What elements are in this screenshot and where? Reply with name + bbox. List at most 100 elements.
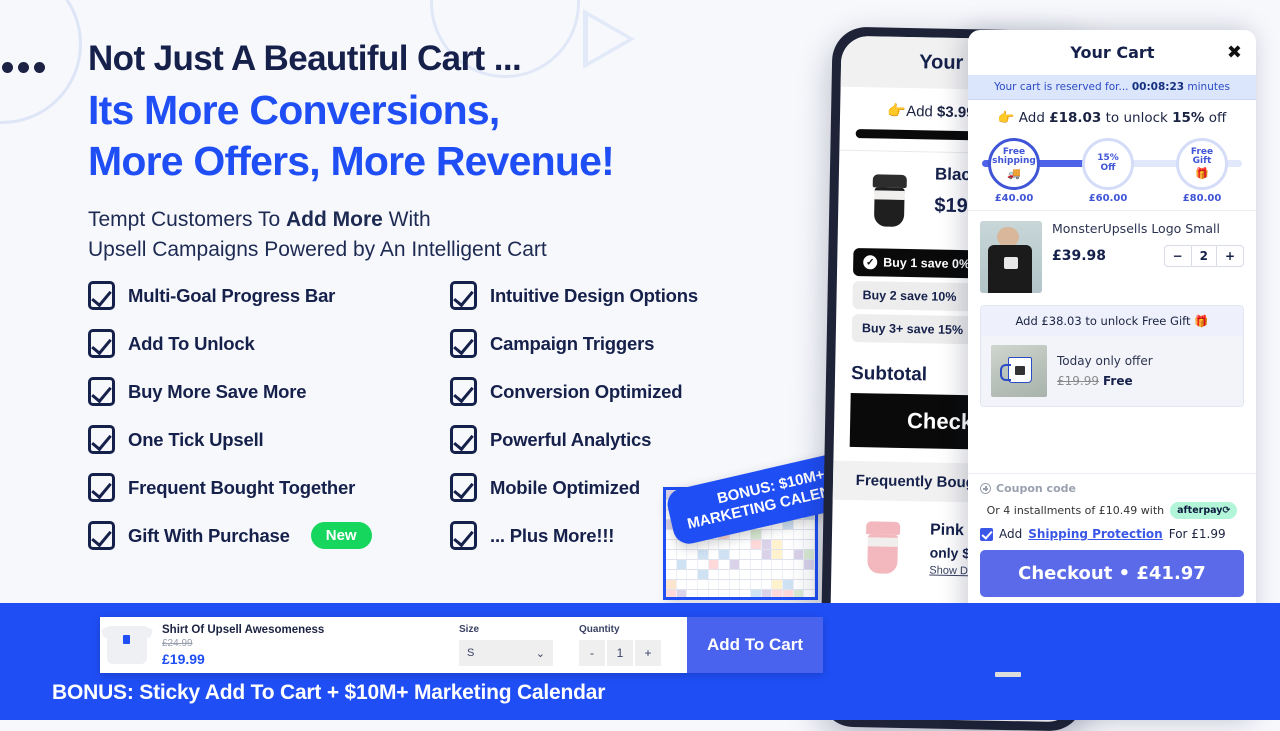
ship-prefix: Add — [999, 527, 1022, 541]
multi-goal-progress-bar: Free shipping 🚚 £40.00 15% Off £60.00 Free Gift 🎁… — [974, 132, 1250, 206]
feature-item: Buy More Save More — [88, 375, 450, 409]
feature-item: Gift With Purchase New — [88, 519, 450, 553]
goal-icon: 🎁 — [1195, 168, 1209, 180]
feature-item: Frequent Bought Together — [88, 471, 450, 505]
reserve-timer: 00:08:23 — [1132, 81, 1184, 93]
checkbox-tick-icon — [88, 377, 115, 406]
sticky-add-to-cart-button[interactable]: Add To Cart — [687, 617, 823, 673]
free-gift-offer: Add £38.03 to unlock Free Gift 🎁 Today o… — [980, 305, 1244, 407]
gift-old-price: £19.99 — [1057, 374, 1099, 388]
goal-ring: Free Gift 🎁 — [1176, 138, 1228, 190]
decorative-circle-left — [0, 0, 82, 124]
ship-suffix: For £1.99 — [1169, 527, 1226, 541]
size-field: Size S ⌄ — [459, 624, 553, 666]
checkbox-tick-icon — [450, 473, 477, 502]
size-label: Size — [459, 624, 553, 635]
drawer-goal-text: 👉 Add £18.03 to unlock 15% off — [968, 100, 1256, 130]
checkbox-tick-icon — [88, 521, 115, 550]
feature-label: Mobile Optimized — [490, 477, 640, 499]
phone-product-thumbnail — [852, 163, 927, 238]
qty-value: 2 — [1192, 246, 1217, 266]
reserve-suffix: minutes — [1184, 81, 1230, 93]
feature-label: Conversion Optimized — [490, 381, 682, 403]
hero-subtitle: Tempt Customers To Add More With Upsell … — [88, 205, 808, 265]
size-select[interactable]: S ⌄ — [459, 640, 553, 666]
checkbox-tick-icon — [88, 329, 115, 358]
goal-amount-label: £80.00 — [1176, 193, 1228, 204]
black-cup-icon — [871, 174, 908, 227]
subtitle-emphasis: Add More — [286, 208, 383, 231]
goal-line2: shipping — [992, 157, 1036, 167]
feature-label: Buy More Save More — [128, 381, 306, 403]
progress-goal-node: Free Gift 🎁 £80.00 — [1176, 138, 1228, 204]
sticky-old-price: £24.99 — [162, 638, 459, 649]
progress-goal-node: Free shipping 🚚 £40.00 — [988, 138, 1040, 204]
gift-item-name: Today only offer — [1057, 354, 1153, 368]
goal-line2: Off — [1101, 164, 1116, 174]
coupon-code-toggle[interactable]: Coupon code — [980, 482, 1244, 495]
pointing-hand-icon: 👉 — [887, 103, 906, 120]
hero-section: Not Just A Beautiful Cart ... Its More C… — [88, 38, 808, 553]
drawer-footer: Coupon code Or 4 installments of £10.49 … — [968, 473, 1256, 597]
cup-icon — [864, 521, 901, 574]
pointing-hand-icon: 👉 — [998, 110, 1015, 126]
goal-ring: Free shipping 🚚 — [988, 138, 1040, 190]
cart-item-thumbnail — [980, 221, 1042, 293]
feature-label: Frequent Bought Together — [128, 477, 355, 499]
subtitle-part-1: Tempt Customers To — [88, 208, 286, 231]
cart-item-name[interactable]: MonsterUpsells Logo Small — [1052, 221, 1244, 237]
drawer-header: Your Cart ✖ — [968, 30, 1256, 75]
sticky-qty-input[interactable]: 1 — [607, 640, 633, 666]
feature-label: Add To Unlock — [128, 333, 255, 355]
installments-text: Or 4 installments of £10.49 with — [987, 504, 1165, 517]
headline-blue-line2: More Offers, More Revenue! — [88, 138, 614, 184]
tier-label: Buy 1 save 0% — [883, 256, 970, 272]
checkbox-tick-icon — [88, 473, 115, 502]
subtitle-line-2: Upsell Campaigns Powered by An Intellige… — [88, 238, 547, 261]
feature-item: Campaign Triggers — [450, 327, 808, 361]
checkbox-tick-icon — [450, 377, 477, 406]
headline-blue-line1: Its More Conversions, — [88, 87, 500, 133]
page-title: Not Just A Beautiful Cart ... — [88, 38, 808, 79]
feature-label: Campaign Triggers — [490, 333, 654, 355]
check-icon: ✓ — [863, 255, 877, 269]
sticky-qty-decrease[interactable]: - — [579, 640, 605, 666]
installments-row: Or 4 installments of £10.49 with afterpa… — [980, 502, 1244, 519]
goal-amount-label: £40.00 — [988, 193, 1040, 204]
shipping-protection-row[interactable]: Add Shipping Protection For £1.99 — [980, 527, 1244, 541]
gift-item-price: £19.99 Free — [1057, 374, 1153, 388]
shipping-protection-link[interactable]: Shipping Protection — [1028, 527, 1162, 541]
feature-label: One Tick Upsell — [128, 429, 263, 451]
quantity-field: Quantity - 1 + — [579, 624, 661, 666]
gift-item-row[interactable]: Today only offer £19.99 Free — [981, 336, 1243, 406]
tshirt-icon — [107, 626, 147, 664]
goal-amount-label: £60.00 — [1082, 193, 1134, 204]
feature-item: Powerful Analytics — [450, 423, 808, 457]
qty-decrease-button[interactable]: − — [1165, 246, 1192, 266]
gift-unlock-heading: Add £38.03 to unlock Free Gift 🎁 — [981, 306, 1243, 336]
feature-item: Intuitive Design Options — [450, 279, 808, 313]
quantity-stepper[interactable]: − 2 + — [1164, 245, 1244, 267]
sticky-qty-increase[interactable]: + — [635, 640, 661, 666]
shipping-protection-checkbox[interactable] — [980, 528, 993, 541]
checkbox-tick-icon — [88, 425, 115, 454]
checkbox-tick-icon — [450, 329, 477, 358]
checkout-button[interactable]: Checkout • £41.97 — [980, 550, 1244, 597]
sticky-product-info: Shirt Of Upsell Awesomeness £24.99 £19.9… — [154, 624, 459, 667]
chevron-down-icon: ⌄ — [536, 647, 545, 660]
goal-amount: £18.03 — [1049, 110, 1101, 126]
phone-fbt-thumbnail — [845, 510, 920, 585]
status-badge: New — [311, 522, 372, 549]
close-icon[interactable]: ✖ — [1227, 44, 1242, 62]
mug-icon — [1008, 357, 1032, 383]
feature-label: Powerful Analytics — [490, 429, 651, 451]
qty-increase-button[interactable]: + — [1217, 246, 1243, 266]
sticky-product-thumbnail — [100, 618, 154, 672]
gift-thumbnail — [991, 345, 1047, 397]
quantity-label: Quantity — [579, 624, 661, 635]
sticky-quantity-stepper[interactable]: - 1 + — [579, 640, 661, 666]
feature-label: Gift With Purchase — [128, 525, 290, 547]
progress-goal-node: 15% Off £60.00 — [1082, 138, 1134, 204]
afterpay-logo: afterpay⟳ — [1170, 502, 1237, 519]
subtitle-part-2: With — [383, 208, 431, 231]
